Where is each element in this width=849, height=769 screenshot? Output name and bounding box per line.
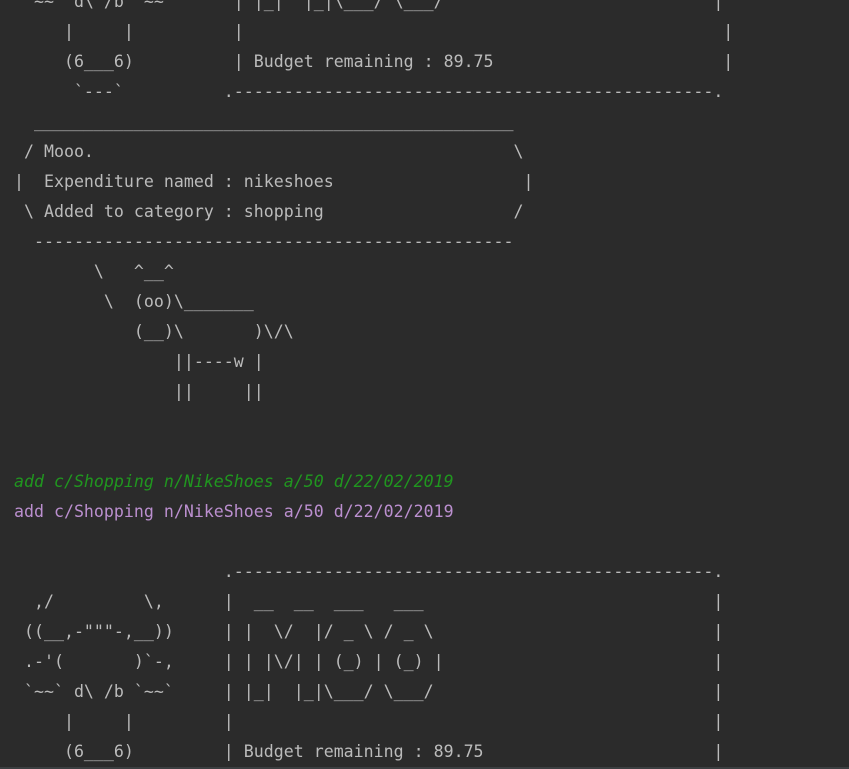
console-line: .-'( )`-, | | |\/| | (_) | (_) | | [14,652,724,671]
console-text[interactable]: `~~` d\ /b `~~` | |_| |_|\___/ \___/ | |… [14,0,733,767]
console-line: \ ^__^ [14,262,174,281]
console-line: ((__,-"""-,__)) | | \/ |/ _ \ / _ \ | [14,622,724,641]
command-echo-line: add c/Shopping n/NikeShoes a/50 d/22/02/… [14,472,454,491]
console-line: / Mooo. \ [14,142,524,161]
console-line: .---------------------------------------… [14,562,724,581]
console-line: (6___6) | Budget remaining : 89.75 | [14,52,734,71]
console-line: ||----w | [14,352,264,371]
console-line: \ Added to category : shopping / [14,202,524,221]
console-line: || || [14,382,264,401]
console-line: (6___6) | Budget remaining : 89.75 | [14,742,724,761]
console-line: `---` .---------------------------------… [14,82,724,101]
console-line: \ (oo)\_______ [14,292,254,311]
console-line: (__)\ )\/\ [14,322,294,341]
console-line: ----------------------------------------… [14,232,514,251]
command-input-line: add c/Shopping n/NikeShoes a/50 d/22/02/… [14,502,454,521]
console-line: ________________________________________… [14,112,514,131]
console-line: | Expenditure named : nikeshoes | [14,172,534,191]
console-output-panel[interactable]: `~~` d\ /b `~~` | |_| |_|\___/ \___/ | |… [0,0,849,769]
console-line: `~~` d\ /b `~~` | |_| |_|\___/ \___/ | [14,682,724,701]
console-line: | | | | [14,712,724,731]
console-line: | | | | [14,22,734,41]
console-line: `~~` d\ /b `~~` | |_| |_|\___/ \___/ | [14,0,724,11]
console-line: ,/ \, | __ __ ___ ___ | [14,592,724,611]
